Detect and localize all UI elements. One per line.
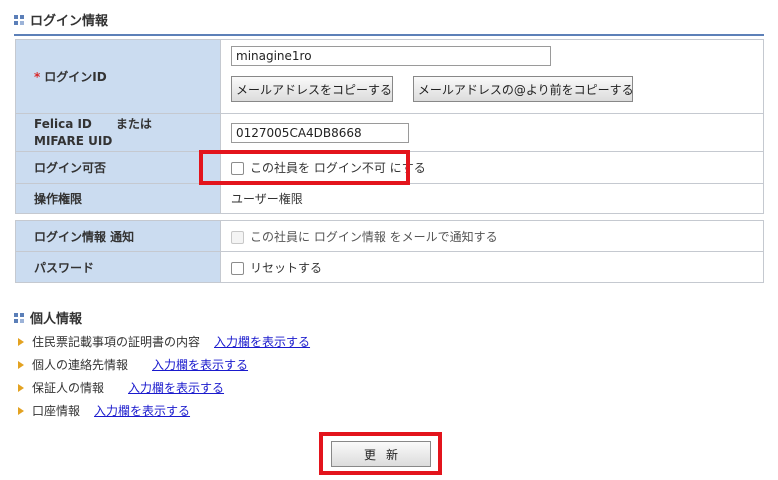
- login-section-title: ログイン情報: [14, 10, 108, 29]
- personal-item-label: 保証人の情報: [32, 381, 105, 395]
- show-input-link[interactable]: 入力欄を表示する: [94, 402, 190, 419]
- list-item: 個人の連絡先情報 入力欄を表示する: [18, 353, 310, 376]
- list-item: 保証人の情報 入力欄を表示する: [18, 376, 310, 399]
- grid-icon: [14, 14, 24, 25]
- notify-label: ログイン情報 通知: [15, 220, 221, 252]
- copy-email-button[interactable]: メールアドレスをコピーする: [231, 76, 393, 102]
- password-reset-text: リセットする: [250, 260, 323, 275]
- authority-value: ユーザー権限: [220, 183, 764, 214]
- login-id-label-text: ログインID: [44, 70, 107, 84]
- personal-item-label: 住民票記載事項の証明書の内容: [32, 335, 201, 349]
- notify-text: この社員に ログイン情報 をメールで通知する: [250, 229, 498, 244]
- personal-item-label: 個人の連絡先情報: [32, 358, 129, 372]
- required-mark: *: [34, 70, 41, 84]
- login-disable-highlight: [199, 150, 410, 185]
- notify-checkbox[interactable]: [231, 230, 244, 244]
- copy-email-local-button[interactable]: メールアドレスの@より前をコピーする: [412, 76, 633, 102]
- personal-item-label: 口座情報: [32, 404, 81, 418]
- login-notify-table: ログイン情報 通知 この社員に ログイン情報 をメールで通知する パスワード リ…: [15, 220, 764, 283]
- login-id-row: *ログインID メールアドレスをコピーする メールアドレスの@より前をコピーする: [15, 39, 764, 114]
- personal-section-title-text: 個人情報: [30, 312, 83, 327]
- felica-row: Felica ID または MIFARE UID: [15, 113, 764, 152]
- list-item: 口座情報 入力欄を表示する: [18, 399, 310, 422]
- password-label: パスワード: [15, 251, 221, 283]
- show-input-link[interactable]: 入力欄を表示する: [128, 379, 224, 396]
- show-input-link[interactable]: 入力欄を表示する: [152, 356, 248, 373]
- password-reset-checkbox[interactable]: [231, 261, 244, 275]
- title-underline: [14, 34, 764, 36]
- password-cell: リセットする: [220, 251, 764, 283]
- arrow-right-icon: [18, 360, 24, 369]
- arrow-right-icon: [18, 383, 24, 392]
- arrow-right-icon: [18, 337, 24, 346]
- grid-icon: [14, 312, 24, 323]
- list-item: 住民票記載事項の証明書の内容 入力欄を表示する: [18, 330, 310, 353]
- felica-cell: [220, 113, 764, 152]
- login-section-title-text: ログイン情報: [30, 14, 109, 29]
- personal-section-title: 個人情報: [14, 308, 82, 327]
- update-button-highlight: [319, 432, 442, 475]
- login-info-table: *ログインID メールアドレスをコピーする メールアドレスの@より前をコピーする…: [15, 39, 764, 214]
- felica-label-line2: MIFARE UID: [34, 133, 113, 148]
- personal-info-list: 住民票記載事項の証明書の内容 入力欄を表示する 個人の連絡先情報 入力欄を表示す…: [18, 330, 310, 422]
- felica-label: Felica ID または MIFARE UID: [15, 113, 221, 152]
- login-id-cell: メールアドレスをコピーする メールアドレスの@より前をコピーする: [220, 39, 764, 114]
- show-input-link[interactable]: 入力欄を表示する: [214, 333, 310, 350]
- arrow-right-icon: [18, 406, 24, 415]
- notify-cell: この社員に ログイン情報 をメールで通知する: [220, 220, 764, 252]
- login-id-label: * ログインID: [15, 39, 221, 114]
- password-row: パスワード リセットする: [15, 251, 764, 283]
- felica-label-line1: Felica ID または: [34, 116, 152, 131]
- notify-row: ログイン情報 通知 この社員に ログイン情報 をメールで通知する: [15, 220, 764, 252]
- authority-label: 操作権限: [15, 183, 221, 214]
- authority-row: 操作権限 ユーザー権限: [15, 183, 764, 214]
- felica-input[interactable]: [231, 122, 409, 143]
- login-permission-label: ログイン可否: [15, 151, 221, 184]
- login-id-input[interactable]: [231, 46, 551, 66]
